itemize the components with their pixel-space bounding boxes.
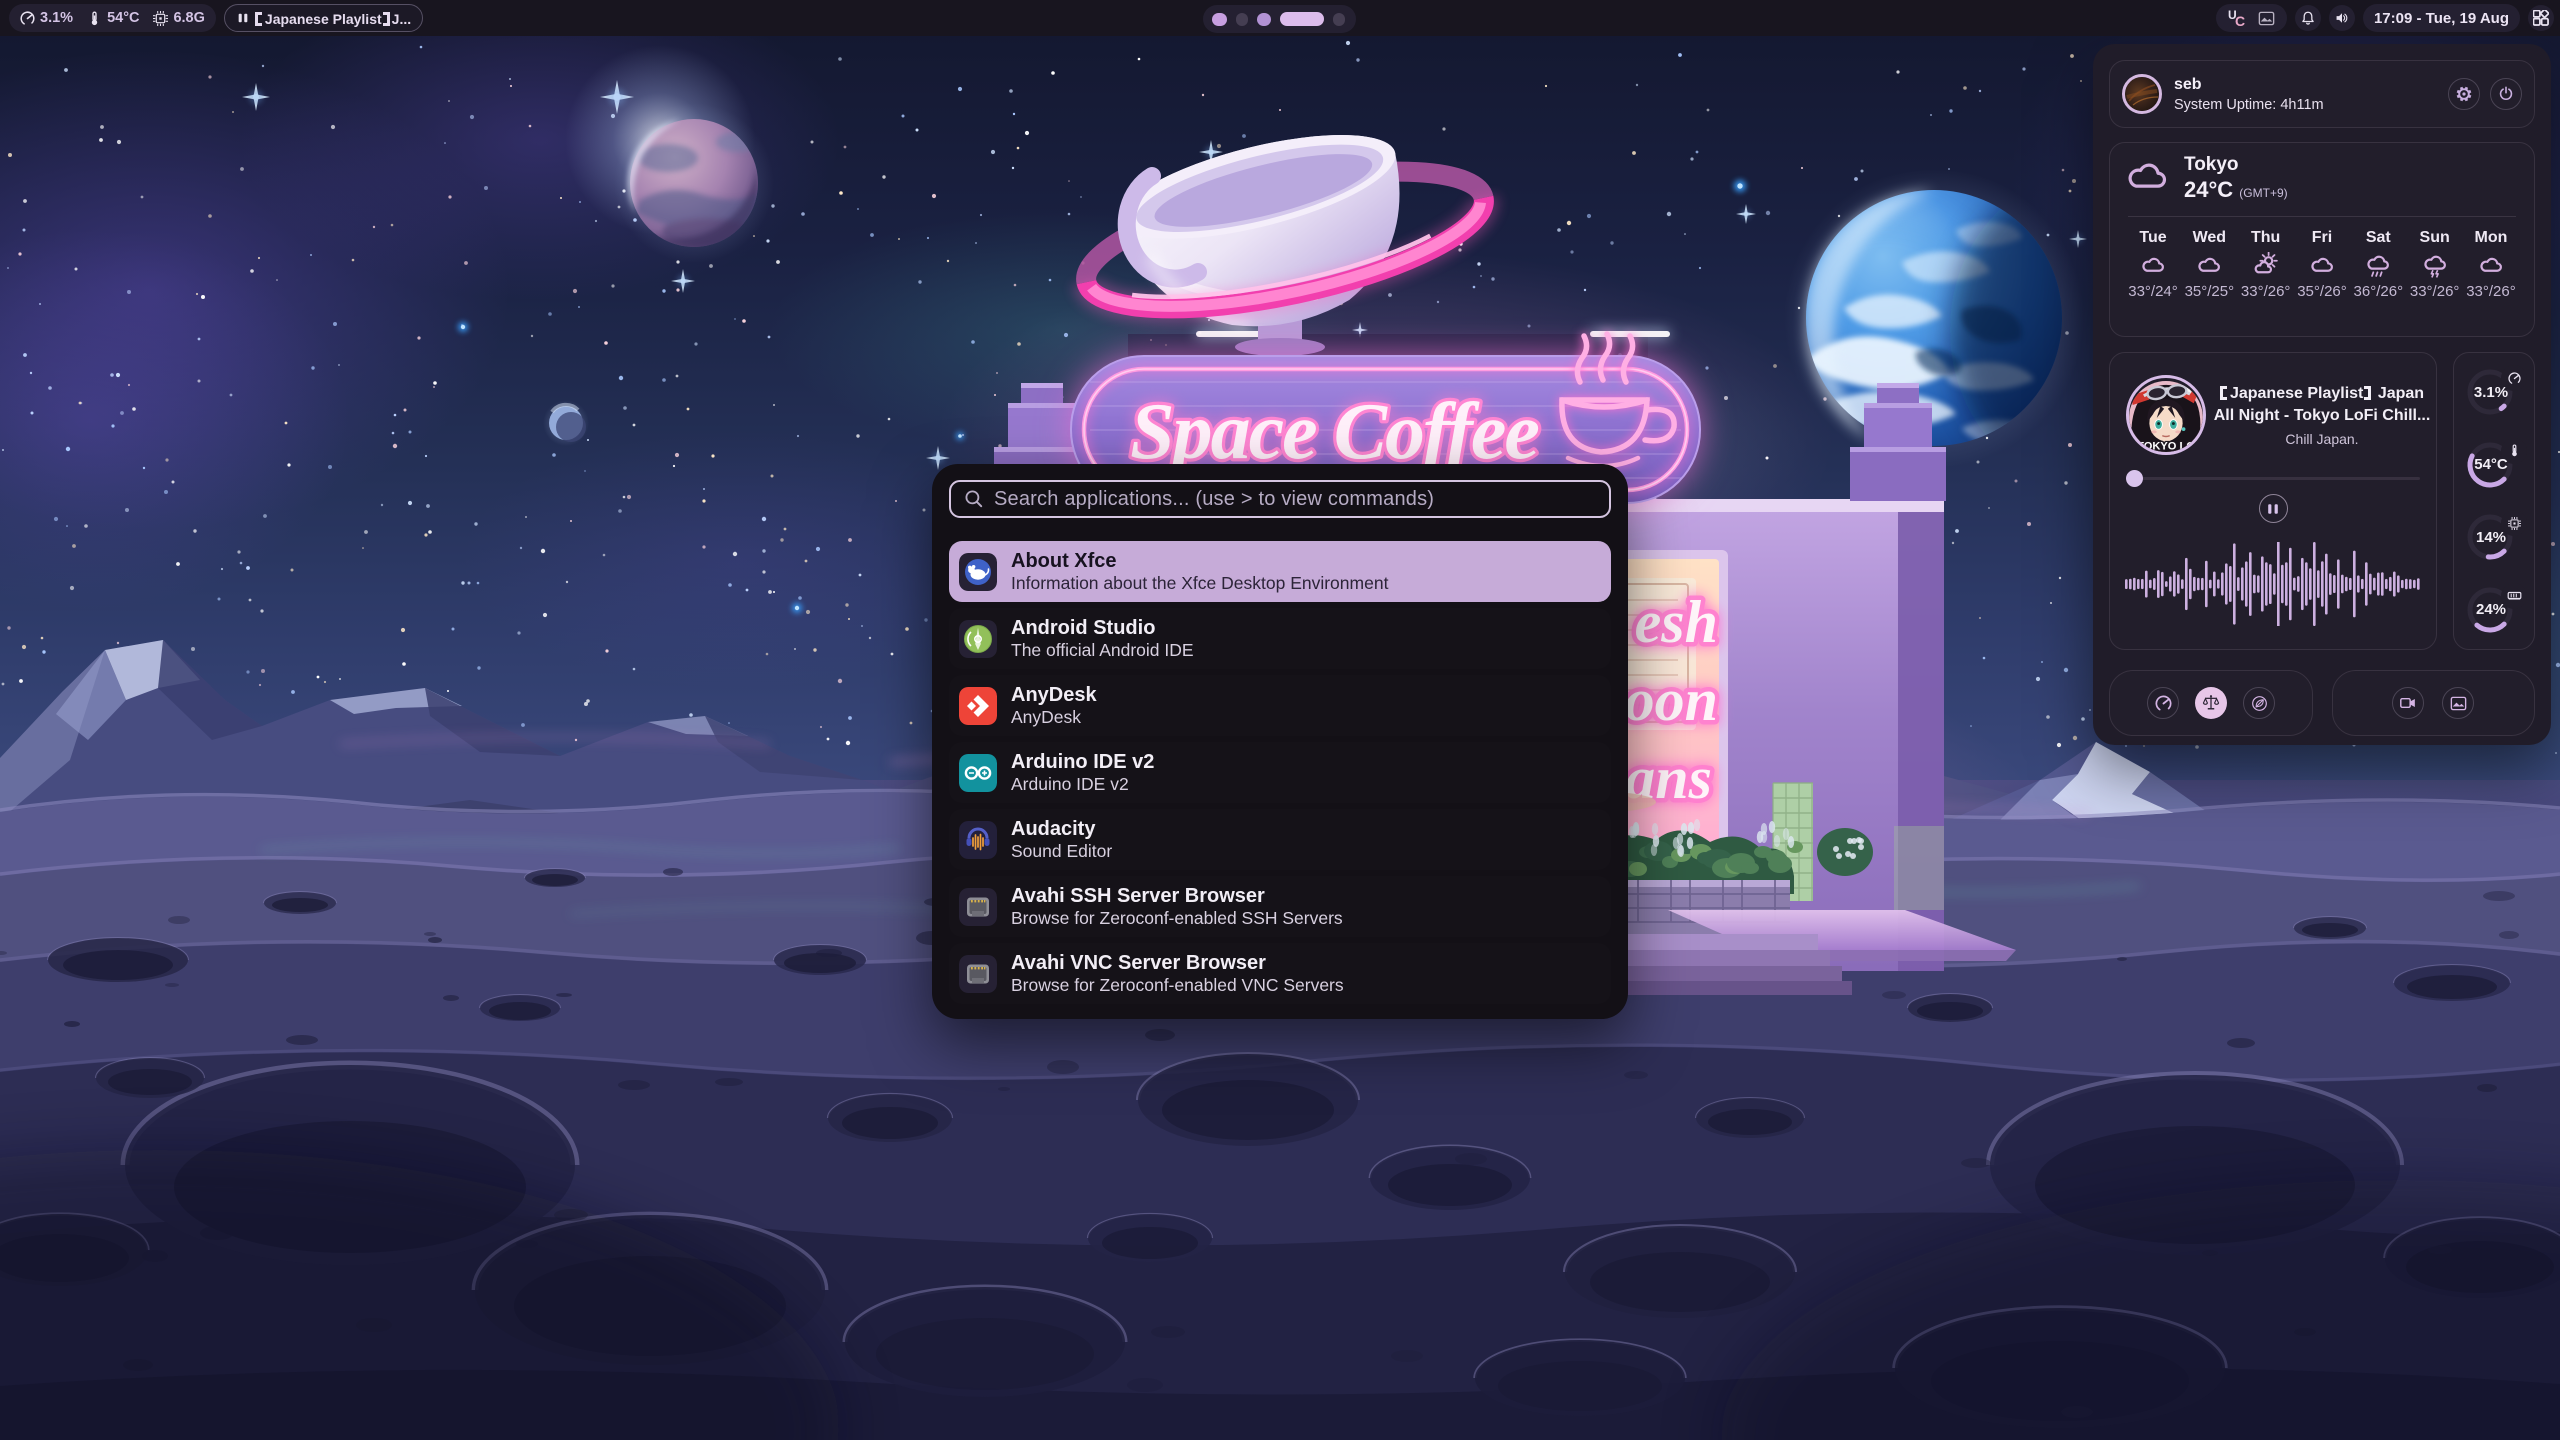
svg-text:Space Coffee: Space Coffee xyxy=(1130,388,1538,476)
svg-text:esh: esh xyxy=(1635,589,1718,655)
svg-text:TOKYO LO: TOKYO LO xyxy=(2137,440,2195,452)
svg-text:oon: oon xyxy=(1625,667,1718,733)
